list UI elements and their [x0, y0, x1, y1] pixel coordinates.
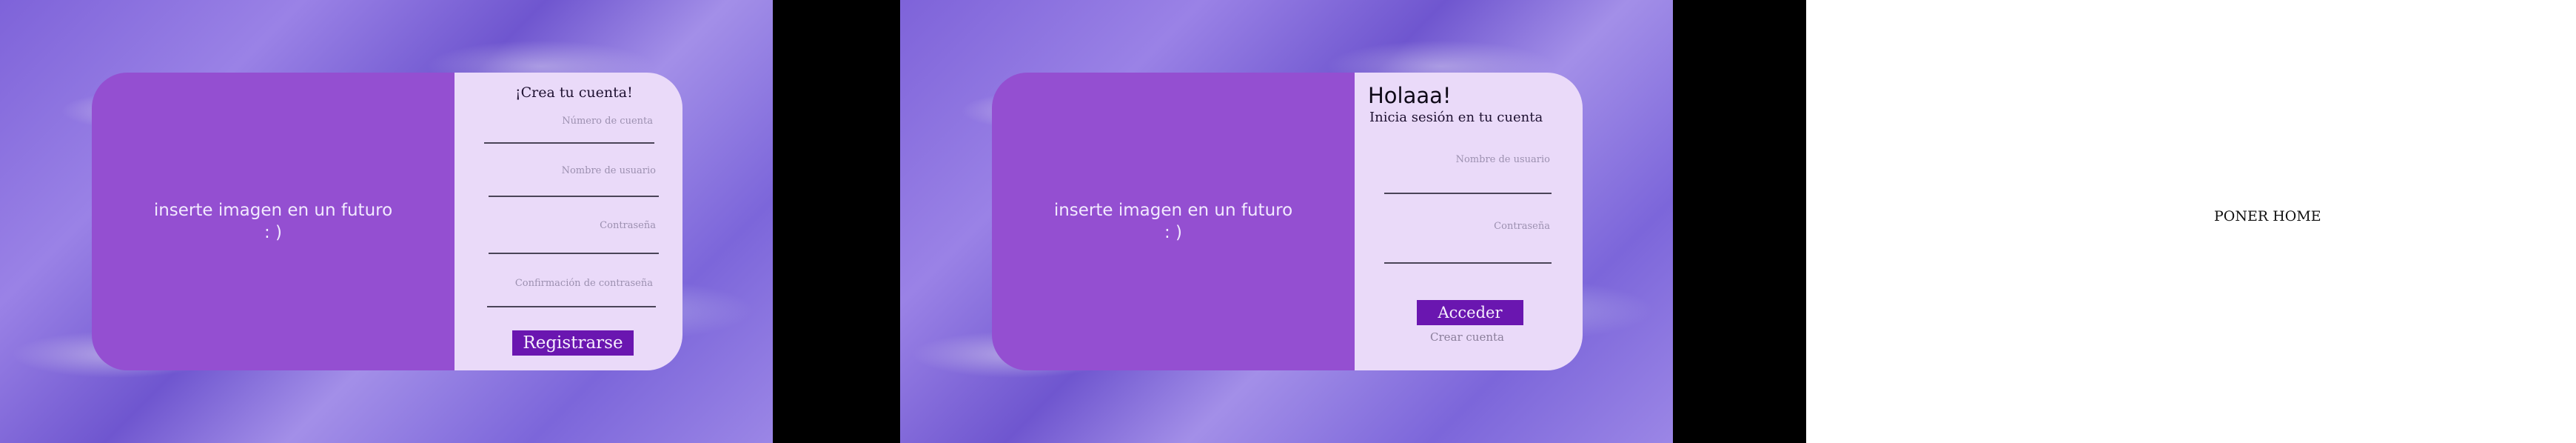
- login-form: Holaaa! Inicia sesión en tu cuenta Nombr…: [1355, 73, 1583, 370]
- account-number-input[interactable]: [484, 142, 654, 144]
- username-input[interactable]: [489, 196, 659, 197]
- account-number-label: Número de cuenta: [562, 116, 653, 127]
- black-separator: [773, 0, 900, 443]
- password-input[interactable]: [489, 253, 659, 254]
- username-label: Nombre de usuario: [561, 165, 656, 176]
- password-label: Contraseña: [600, 220, 656, 231]
- confirm-password-label: Confirmación de contraseña: [514, 278, 653, 289]
- register-screen: inserte imagen en un futuro : ) ¡Crea tu…: [0, 0, 773, 443]
- password-input[interactable]: [1384, 262, 1552, 264]
- black-separator: [1673, 0, 1806, 443]
- confirm-password-input[interactable]: [487, 306, 656, 307]
- home-placeholder-text: PONER HOME: [2214, 208, 2321, 224]
- register-form: ¡Crea tu cuenta! Número de cuenta Nombre…: [455, 73, 682, 370]
- login-screen: inserte imagen en un futuro : ) Holaaa! …: [900, 0, 1673, 443]
- password-label: Contraseña: [1494, 221, 1550, 232]
- image-placeholder-text: inserte imagen en un futuro : ): [1053, 201, 1293, 242]
- form-title: ¡Crea tu cuenta!: [515, 84, 633, 101]
- create-account-link[interactable]: Crear cuenta: [1430, 330, 1504, 344]
- login-subtitle: Inicia sesión en tu cuenta: [1369, 110, 1543, 125]
- username-input[interactable]: [1384, 193, 1552, 194]
- register-button[interactable]: Registrarse: [512, 330, 634, 356]
- image-placeholder-text: inserte imagen en un futuro : ): [153, 201, 393, 242]
- greeting-title: Holaaa!: [1368, 83, 1452, 108]
- register-card: inserte imagen en un futuro : ) ¡Crea tu…: [92, 73, 682, 370]
- image-placeholder-panel: inserte imagen en un futuro : ): [992, 73, 1355, 370]
- login-card: inserte imagen en un futuro : ) Holaaa! …: [992, 73, 1583, 370]
- username-label: Nombre de usuario: [1455, 154, 1550, 165]
- image-placeholder-panel: inserte imagen en un futuro : ): [92, 73, 455, 370]
- login-button[interactable]: Acceder: [1417, 300, 1523, 325]
